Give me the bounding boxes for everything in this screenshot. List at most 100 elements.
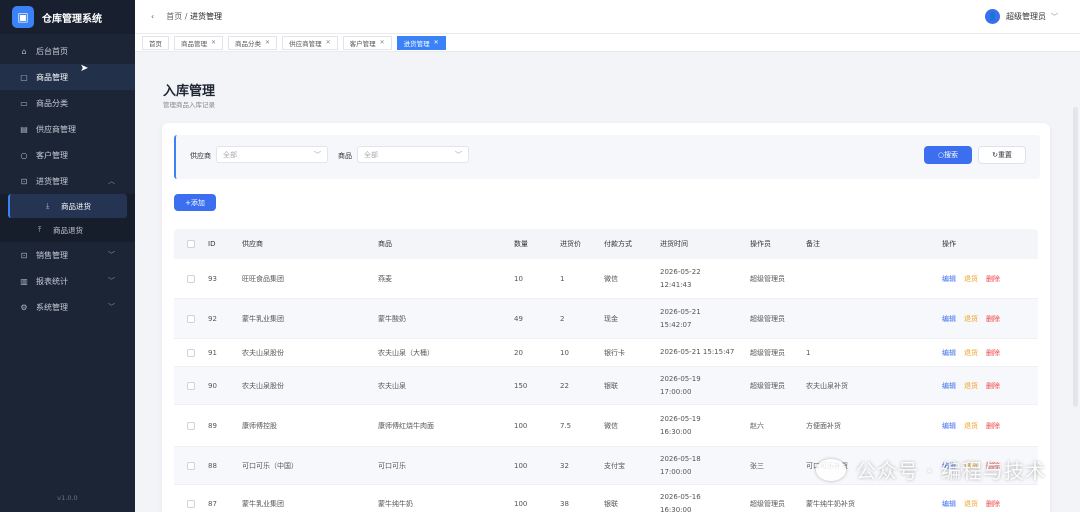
close-icon[interactable]: ✕ [265,39,270,46]
sidebar-item-categories[interactable]: ▭ 商品分类 [0,90,135,116]
col-payment: 付款方式 [604,240,632,248]
close-icon[interactable]: ✕ [211,39,216,46]
sidebar-item-label: 销售管理 [36,250,68,260]
return-link[interactable]: 退货 [964,421,978,431]
cell-price: 22 [560,381,569,390]
col-operator: 操作员 [750,240,771,248]
tab-customers[interactable]: 客户管理 ✕ [342,35,392,50]
edit-link[interactable]: 编辑 [942,348,956,358]
return-link[interactable]: 退货 [964,499,978,509]
cell-time: 2026-05-19 17:00:00 [660,374,701,396]
cell-time: 2026-05-18 17:00:00 [660,454,701,476]
select-all-checkbox[interactable] [174,240,208,248]
row-checkbox[interactable] [174,348,208,357]
tab-bar: 首页 商品管理 ✕ 商品分类 ✕ 供应商管理 ✕ 客户管理 ✕ 进货管理 ✕ [135,34,1080,52]
return-link[interactable]: 退货 [964,348,978,358]
row-checkbox[interactable] [174,461,208,470]
sidebar-item-reports[interactable]: ▥ 报表统计 ﹀ [0,268,135,294]
sidebar-item-system[interactable]: ⚙ 系统管理 ﹀ [0,294,135,320]
sidebar-item-purchase[interactable]: ⊡ 进货管理 ︿ [0,168,135,194]
cell-operator: 超级管理员 [750,499,785,508]
edit-link[interactable]: 编辑 [942,421,956,431]
close-icon[interactable]: ✕ [380,39,385,46]
sidebar-item-products[interactable]: ▢ 商品管理 [0,64,135,90]
cell-price: 1 [560,274,565,283]
sidebar-item-customers[interactable]: ○ 客户管理 [0,142,135,168]
delete-link[interactable]: 删除 [986,274,1000,284]
chevron-down-icon: ﹀ [1051,12,1058,21]
cell-qty: 20 [514,348,523,357]
cell-operator: 超级管理员 [750,274,785,283]
close-icon[interactable]: ✕ [326,39,331,46]
collapse-menu-icon[interactable]: ‹ [151,12,154,21]
truck-icon: ▤ [20,124,28,134]
edit-link[interactable]: 编辑 [942,314,956,324]
breadcrumb-separator: / [184,12,188,21]
row-checkbox[interactable] [174,274,208,283]
delete-link[interactable]: 删除 [986,348,1000,358]
app-title: 仓库管理系统 [42,13,102,25]
delete-link[interactable]: 删除 [986,381,1000,391]
upload-icon: ⤒ [38,225,42,234]
row-actions: 编辑 退货 删除 [942,274,1038,284]
chevron-down-icon: ﹀ [108,251,115,259]
close-icon[interactable]: ✕ [434,39,439,46]
row-actions: 编辑 退货 删除 [942,314,1038,324]
tab-suppliers[interactable]: 供应商管理 ✕ [282,35,338,50]
row-checkbox[interactable] [174,314,208,323]
tab-categories[interactable]: 商品分类 ✕ [228,35,278,50]
row-actions: 编辑 退货 删除 [942,348,1038,358]
table-row: 89 康师傅控股 康师傅红烧牛肉面 100 7.5 微信 2026-05-19 16:30:… [174,405,1038,447]
vertical-scrollbar[interactable] [1073,107,1078,407]
cell-price: 10 [560,348,569,357]
mouse-cursor-icon: ➤ [80,63,89,74]
cell-qty: 10 [514,274,523,283]
cell-product: 可口可乐 [378,461,406,470]
sidebar-item-stock-in[interactable]: ⤓ 商品进货 [8,194,127,218]
page-subtitle: 管理商品入库记录 [163,101,215,109]
chevron-down-icon: ﹀ [455,150,462,159]
edit-link[interactable]: 编辑 [942,499,956,509]
breadcrumb-current: 进货管理 [190,12,222,21]
box-logo-icon: ▣ [12,6,34,28]
sidebar-item-suppliers[interactable]: ▤ 供应商管理 [0,116,135,142]
row-checkbox[interactable] [174,381,208,390]
sidebar-item-home[interactable]: ⌂ 后台首页 [0,38,135,64]
cell-qty: 49 [514,314,523,323]
return-link[interactable]: 退货 [964,274,978,284]
tab-products[interactable]: 商品管理 ✕ [174,35,224,50]
reset-button[interactable]: ↻ 重置 [978,146,1026,164]
tab-label: 供应商管理 [289,39,322,48]
col-price: 进货价 [560,240,581,248]
row-checkbox[interactable] [174,421,208,430]
version-label: v1.0.0 [57,494,78,502]
edit-link[interactable]: 编辑 [942,381,956,391]
cell-payment: 银行卡 [604,348,625,357]
product-select[interactable]: 全部 ﹀ [357,146,469,163]
row-checkbox[interactable] [174,499,208,508]
watermark-text: 公众号 · 编程与技术 [855,459,1046,483]
watermark: 公众号 · 编程与技术 [815,455,1046,484]
tab-purchase[interactable]: 进货管理 ✕ [396,35,446,50]
user-menu[interactable]: 👤 超级管理员 ﹀ [985,9,1058,24]
cell-payment: 微信 [604,274,618,283]
supplier-select[interactable]: 全部 ﹀ [216,146,328,163]
cell-supplier: 康师傅控股 [242,421,277,430]
return-link[interactable]: 退货 [964,314,978,324]
sidebar-item-stock-return[interactable]: ⤒ 商品退货 [0,218,135,242]
sidebar-item-sales[interactable]: ⊡ 销售管理 ﹀ [0,242,135,268]
delete-link[interactable]: 删除 [986,314,1000,324]
add-button[interactable]: +添加 [174,194,216,211]
cell-operator: 赵六 [750,421,764,430]
search-button[interactable]: ○ 搜索 [924,146,972,164]
row-actions: 编辑 退货 删除 [942,421,1038,431]
cell-note: 农夫山泉补货 [806,381,848,390]
tab-home[interactable]: 首页 [142,35,169,50]
supplier-label: 供应商 [190,152,211,160]
return-link[interactable]: 退货 [964,381,978,391]
product-label: 商品 [338,152,352,160]
breadcrumb-home[interactable]: 首页 [166,12,182,21]
delete-link[interactable]: 删除 [986,499,1000,509]
delete-link[interactable]: 删除 [986,421,1000,431]
edit-link[interactable]: 编辑 [942,274,956,284]
